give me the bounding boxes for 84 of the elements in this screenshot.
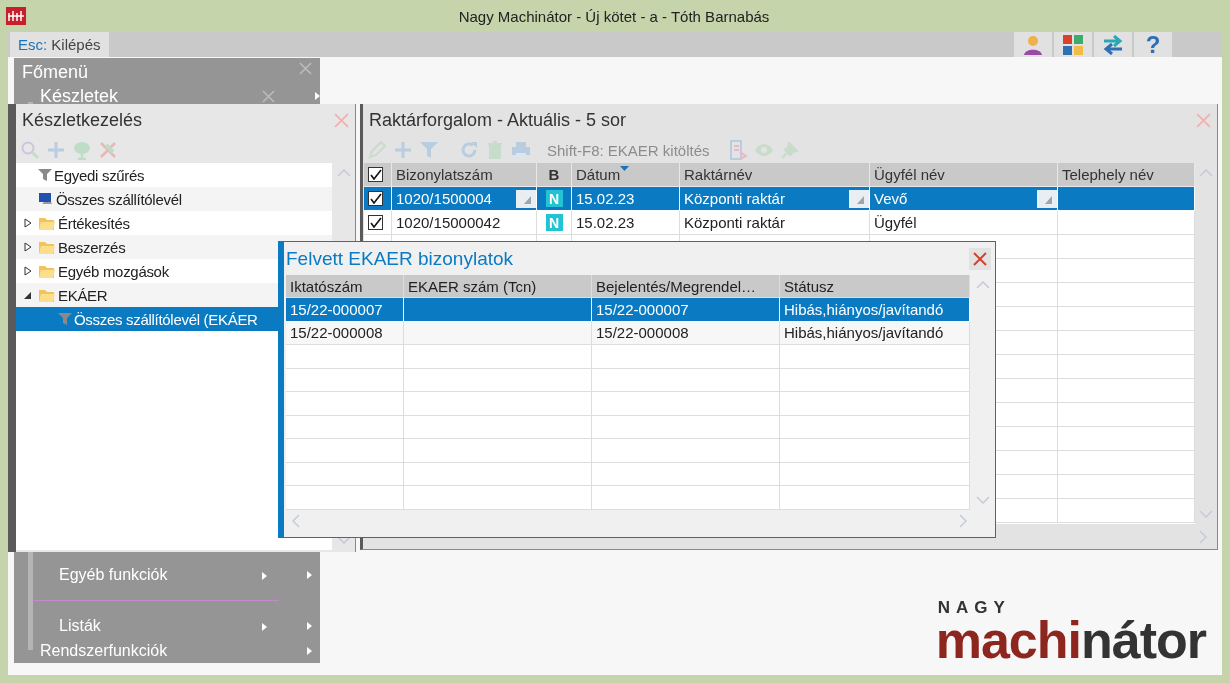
- table-row[interactable]: 15/22-000007 15/22-000007 Hibás,hiányos/javítandó: [286, 298, 970, 322]
- tree-icon[interactable]: [72, 140, 92, 160]
- close-icon: [973, 251, 987, 266]
- panel-title: Raktárforgalom - Aktuális - 5 sor: [369, 110, 627, 131]
- pin-icon[interactable]: [779, 140, 800, 160]
- folder-icon: [38, 287, 56, 303]
- folder-icon: [38, 215, 56, 231]
- submenu-arrow-icon: [262, 571, 267, 580]
- scroll-left-icon[interactable]: [292, 513, 300, 528]
- tiles-icon: [1063, 34, 1083, 55]
- close-icon[interactable]: [1196, 113, 1211, 128]
- checkbox[interactable]: [368, 167, 383, 182]
- submenu-arrow-icon: [262, 622, 267, 631]
- panel-title: Készletkezelés: [22, 110, 143, 131]
- submenu-arrow-icon: [307, 621, 312, 630]
- trash-icon[interactable]: [485, 140, 505, 160]
- user-button[interactable]: [1014, 32, 1052, 57]
- table-cell: 1020/15000042: [396, 214, 501, 231]
- tree-item[interactable]: Összes szállítólevél: [16, 187, 332, 211]
- checkbox[interactable]: [368, 215, 383, 230]
- table-cell-text: 1020/1500004: [396, 190, 493, 207]
- table-cell: Hibás,hiányos/javítandó: [784, 324, 944, 342]
- close-icon[interactable]: [262, 89, 275, 103]
- window-title: Nagy Machinátor - Új kötet - a - Tóth Barnabás: [457, 7, 771, 25]
- scroll-right-icon[interactable]: [1199, 529, 1207, 544]
- search-icon[interactable]: [20, 140, 40, 160]
- submenu-arrow-icon: [307, 570, 312, 579]
- folder-icon: [38, 263, 56, 279]
- cell-dropdown-icon[interactable]: [849, 189, 869, 208]
- menu-title: Főmenü: [22, 62, 89, 84]
- submenu-arrow-icon: [307, 646, 312, 655]
- scroll-right-icon[interactable]: [959, 513, 967, 528]
- tiles-button[interactable]: [1054, 32, 1092, 57]
- help-button[interactable]: ?: [1134, 32, 1172, 57]
- status-badge: N: [545, 214, 563, 231]
- expander-icon[interactable]: [24, 242, 32, 252]
- status-badge: N: [545, 190, 563, 207]
- folder-icon: [38, 239, 56, 255]
- refresh-icon[interactable]: [459, 140, 479, 160]
- checkbox[interactable]: [368, 191, 383, 206]
- plus-icon[interactable]: [393, 140, 413, 160]
- close-icon[interactable]: [334, 113, 349, 128]
- table-cell: Központi raktár: [684, 214, 785, 231]
- table-cell: 15.02.23: [576, 190, 635, 207]
- table-row[interactable]: 15/22-000008 15/22-000008 Hibás,hiányos/javítandó: [286, 321, 970, 345]
- scroll-up-icon[interactable]: [1199, 169, 1213, 177]
- filter-icon[interactable]: [419, 140, 439, 160]
- table-cell: 15/22-000007: [596, 300, 689, 318]
- scroll-up-icon[interactable]: [336, 169, 351, 177]
- table-cell: Ügyfél: [874, 214, 917, 231]
- printer-icon[interactable]: [511, 140, 531, 160]
- cell-dropdown-icon[interactable]: [1037, 189, 1057, 208]
- expander-icon[interactable]: [24, 290, 32, 300]
- exit-button[interactable]: Esc: Kilépés: [10, 32, 109, 57]
- monitor-icon: [38, 192, 54, 206]
- table-row[interactable]: 1020/15000042 N 15.02.23 Központi raktár Ügyfél: [364, 211, 1195, 235]
- expander-icon[interactable]: [24, 266, 32, 276]
- tree-item[interactable]: Egyedi szűrés: [16, 163, 332, 187]
- pencil-icon[interactable]: [367, 140, 387, 160]
- swap-arrows-icon: [1102, 34, 1124, 55]
- table-cell: Hibás,hiányos/javítandó: [784, 300, 944, 318]
- close-icon[interactable]: [299, 62, 312, 75]
- swap-button[interactable]: [1094, 32, 1132, 57]
- app-icon: [6, 7, 26, 25]
- crossed-pin-icon[interactable]: [98, 140, 118, 160]
- document-export-icon[interactable]: [727, 140, 748, 160]
- table-row[interactable]: 1020/1500004 N 15.02.23 Központi raktár Vevő: [364, 187, 1195, 211]
- scroll-down-icon[interactable]: [336, 536, 351, 544]
- filter-icon: [58, 312, 72, 326]
- expander-icon[interactable]: [24, 218, 32, 228]
- table-cell-text: Központi raktár: [684, 190, 786, 207]
- filter-icon: [38, 168, 52, 182]
- user-icon: [1023, 34, 1043, 55]
- close-button[interactable]: [969, 247, 991, 270]
- scroll-up-icon[interactable]: [975, 281, 990, 289]
- table-cell-text: Vevő: [874, 190, 909, 207]
- table-cell: 15/22-000008: [596, 324, 689, 342]
- logo-text: NAGY: [937, 598, 1012, 616]
- plus-icon[interactable]: [46, 140, 66, 160]
- cell-dropdown-icon[interactable]: [516, 189, 536, 208]
- tree-item[interactable]: Értékesítés: [16, 211, 332, 235]
- table-cell: 15.02.23: [576, 214, 635, 231]
- logo-wordmark: machinátor: [935, 615, 1206, 665]
- submenu-arrow-icon: [315, 92, 320, 100]
